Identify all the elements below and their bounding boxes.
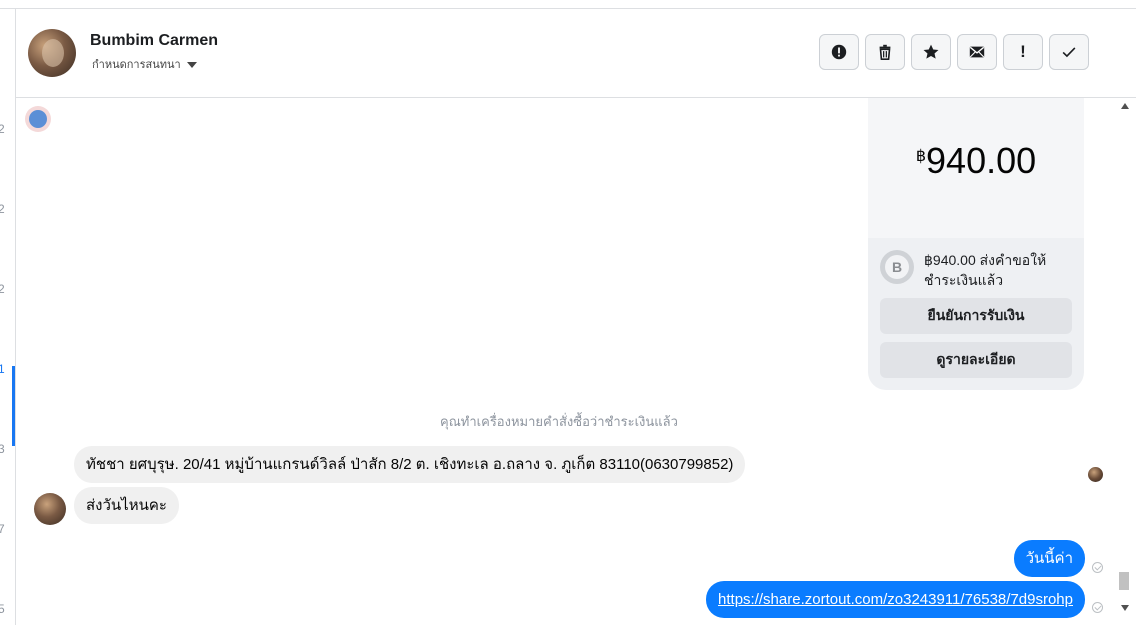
message-thread[interactable]: ฿940.00 B ฿940.00 ส่งคำขอให้ชำระเงินแล้ว… bbox=[16, 98, 1114, 625]
star-button[interactable] bbox=[911, 34, 951, 70]
list-digit: 3 bbox=[0, 442, 5, 456]
confirm-payment-button[interactable]: ยืนยันการรับเงิน bbox=[880, 298, 1072, 334]
chevron-down-icon bbox=[186, 61, 197, 68]
contact-name[interactable]: Bumbim Carmen bbox=[90, 32, 218, 50]
envelope-icon bbox=[969, 46, 985, 58]
scroll-down-arrow-icon[interactable] bbox=[1121, 605, 1129, 611]
follow-up-button[interactable]: ! bbox=[1003, 34, 1043, 70]
check-icon bbox=[1062, 47, 1076, 58]
payment-info-text: ฿940.00 ส่งคำขอให้ชำระเงินแล้ว bbox=[924, 252, 1047, 288]
payment-info: B ฿940.00 ส่งคำขอให้ชำระเงินแล้ว bbox=[880, 250, 1076, 290]
payment-amount: ฿940.00 bbox=[868, 140, 1084, 182]
shared-link[interactable]: https://share.zortout.com/zo3243911/7653… bbox=[718, 591, 1073, 608]
spam-button[interactable] bbox=[819, 34, 859, 70]
view-details-button[interactable]: ดูรายละเอียด bbox=[880, 342, 1072, 378]
conversation-list-edge[interactable]: 2 2 2 1 3 7 5 bbox=[0, 98, 16, 625]
sender-avatar[interactable] bbox=[34, 493, 66, 525]
baht-coin-icon: B bbox=[880, 250, 914, 284]
list-digit: 2 bbox=[0, 282, 5, 296]
assign-label: กำหนดการสนทนา bbox=[92, 59, 181, 71]
list-digit: 5 bbox=[0, 602, 5, 616]
currency-symbol: ฿ bbox=[915, 148, 927, 165]
system-note: คุณทำเครื่องหมายคำสั่งซื้อว่าชำระเงินแล้… bbox=[440, 414, 678, 429]
list-digit: 2 bbox=[0, 202, 5, 216]
seen-avatar bbox=[1088, 467, 1103, 482]
incoming-message[interactable]: ทัชชา ยศบุรุษ. 20/41 หมู่บ้านแกรนด์วิลล์… bbox=[74, 446, 746, 483]
thread-scrollbar[interactable] bbox=[1114, 98, 1136, 625]
scroll-up-arrow-icon[interactable] bbox=[1121, 103, 1129, 109]
scroll-thumb[interactable] bbox=[1119, 572, 1129, 590]
list-digit: 1 bbox=[0, 362, 5, 376]
mark-unread-button[interactable] bbox=[957, 34, 997, 70]
delete-button[interactable] bbox=[865, 34, 905, 70]
amount-value: 940.00 bbox=[926, 140, 1037, 181]
list-digit: 2 bbox=[0, 122, 5, 136]
outgoing-link-message[interactable]: https://share.zortout.com/zo3243911/7653… bbox=[706, 581, 1085, 618]
conversation-header: Bumbim Carmen กำหนดการสนทนา ! bbox=[16, 9, 1136, 98]
alert-circle-icon bbox=[831, 44, 847, 60]
assign-conversation-dropdown[interactable]: กำหนดการสนทนา bbox=[92, 55, 197, 73]
outgoing-message[interactable]: วันนี้ค่า bbox=[1013, 540, 1085, 577]
exclamation-icon: ! bbox=[1020, 42, 1026, 61]
page-avatar bbox=[25, 106, 51, 132]
sent-status-icon bbox=[1092, 602, 1103, 613]
payment-amount-panel: ฿940.00 bbox=[868, 98, 1084, 238]
mark-done-button[interactable] bbox=[1049, 34, 1089, 70]
header-actions: ! bbox=[819, 34, 1089, 70]
selected-conversation-indicator bbox=[12, 366, 15, 446]
sent-status-icon bbox=[1092, 562, 1103, 573]
incoming-message[interactable]: ส่งวันไหนคะ bbox=[74, 487, 179, 524]
list-digit: 7 bbox=[0, 522, 5, 536]
star-icon bbox=[923, 44, 939, 59]
trash-icon bbox=[879, 44, 891, 61]
contact-avatar[interactable] bbox=[28, 29, 76, 77]
payment-request-card: ฿940.00 B ฿940.00 ส่งคำขอให้ชำระเงินแล้ว… bbox=[868, 98, 1084, 390]
